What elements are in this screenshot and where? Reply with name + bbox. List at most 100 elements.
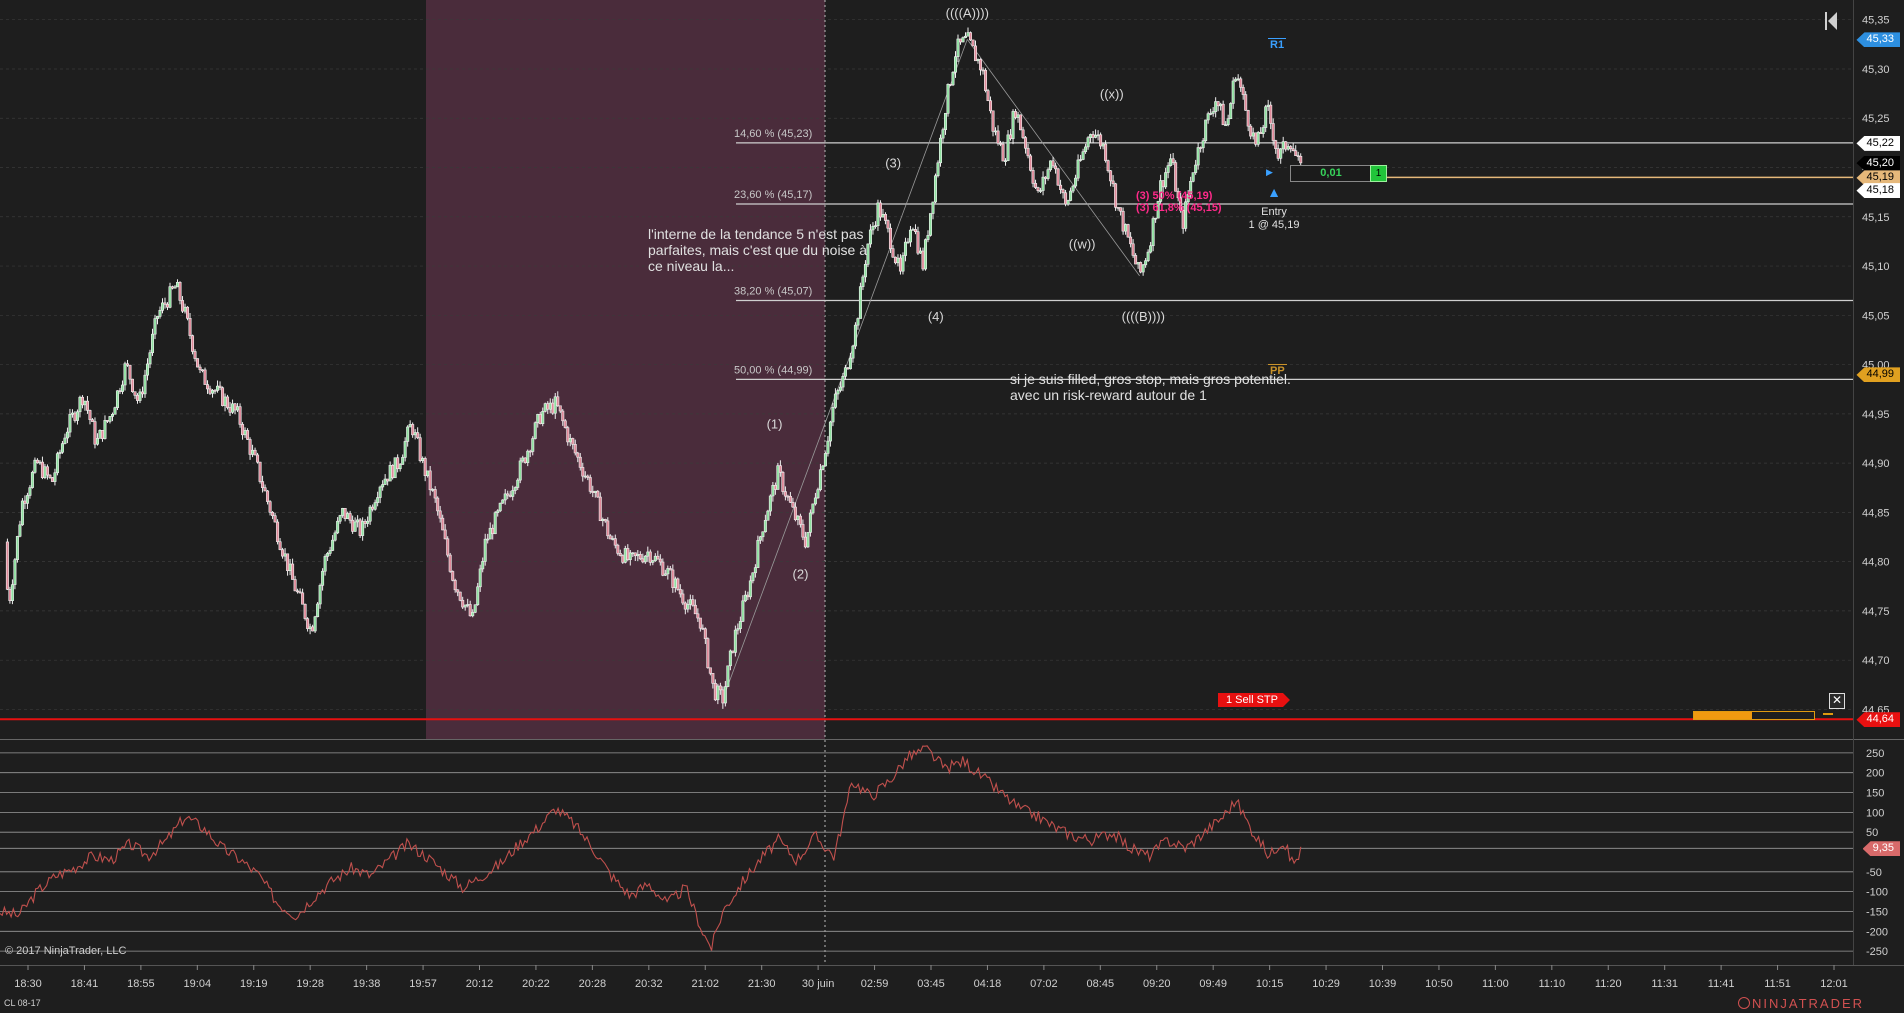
price-bar-body bbox=[1241, 87, 1245, 95]
price-bar-body bbox=[848, 357, 852, 370]
price-bar-body bbox=[528, 450, 532, 453]
price-bar-body bbox=[1281, 141, 1285, 150]
price-bar-body bbox=[1206, 113, 1210, 121]
price-bar-body bbox=[753, 567, 757, 574]
time-tick-label: 19:04 bbox=[184, 978, 212, 990]
fib-extension-line: (3) 50% (45,19) bbox=[1136, 190, 1213, 202]
price-bar-body bbox=[1109, 170, 1113, 182]
price-bar-body bbox=[286, 553, 290, 571]
price-bar-body bbox=[198, 366, 202, 371]
price-bar-body bbox=[698, 617, 702, 629]
price-bar-body bbox=[773, 485, 777, 490]
close-order-button[interactable]: ✕ bbox=[1829, 693, 1845, 709]
price-bar-body bbox=[366, 520, 370, 524]
price-bar-body bbox=[346, 513, 350, 519]
price-bar-body bbox=[186, 306, 190, 319]
price-bar-body bbox=[783, 491, 787, 497]
price-bar-body bbox=[966, 32, 970, 37]
price-bar-body bbox=[601, 519, 605, 522]
price-tick-label: 45,05 bbox=[1862, 310, 1890, 322]
price-bar-body bbox=[426, 470, 430, 477]
price-bar-body bbox=[221, 387, 225, 406]
price-bar-body bbox=[391, 465, 395, 479]
price-bar-body bbox=[456, 589, 460, 593]
progress-dash bbox=[1823, 713, 1833, 715]
price-bar-body bbox=[356, 519, 360, 523]
price-bar-body bbox=[964, 35, 968, 38]
price-bar-body bbox=[791, 502, 795, 508]
price-bar-body bbox=[1236, 78, 1240, 81]
price-bar-body bbox=[1051, 160, 1055, 167]
wave-label: ((((A)))) bbox=[946, 6, 989, 21]
note-line: l'interne de la tendance 5 n'est pas bbox=[648, 226, 864, 242]
price-bar-body bbox=[588, 477, 592, 492]
oscillator-tick-label: 200 bbox=[1866, 768, 1884, 780]
price-bar-body bbox=[436, 497, 440, 512]
time-axis[interactable]: 18:30 18:41 18:55 19:04 19:19 19:28 19:38 19:57… bbox=[14, 965, 1848, 990]
price-bar-body bbox=[646, 551, 650, 557]
price-bar-body bbox=[696, 613, 700, 619]
price-bar-body bbox=[1039, 190, 1043, 192]
entry-marker[interactable]: ▲ Entry 1 @ 45,19 bbox=[1246, 184, 1302, 232]
collapse-panel-icon[interactable] bbox=[1824, 10, 1838, 32]
price-bar-body bbox=[1201, 140, 1205, 149]
price-bar-body bbox=[803, 536, 807, 548]
price-bar-body bbox=[1296, 155, 1300, 157]
price-bar-body bbox=[678, 589, 682, 595]
price-bar-body bbox=[961, 37, 965, 43]
price-bar-body bbox=[30, 472, 34, 488]
price-bar-body bbox=[88, 410, 92, 420]
price-bar-body bbox=[256, 454, 260, 463]
price-bar-body bbox=[1284, 141, 1288, 150]
sell-stop-order-tag[interactable]: 1 Sell STP bbox=[1218, 693, 1290, 707]
price-axis[interactable]: 45,3545,3045,2545,2045,1545,1045,0545,00… bbox=[1862, 15, 1890, 717]
price-bar-body bbox=[1056, 168, 1060, 186]
price-bar-body bbox=[218, 385, 222, 389]
price-bar-body bbox=[921, 250, 925, 270]
price-bar-body bbox=[828, 421, 832, 442]
price-bar-body bbox=[831, 407, 835, 423]
price-bar-body bbox=[886, 220, 890, 229]
note-line: avec un risk-reward autour de 1 bbox=[1010, 387, 1207, 403]
price-bar-body bbox=[611, 538, 615, 540]
price-bar-body bbox=[1009, 134, 1013, 139]
price-bar-body bbox=[908, 229, 912, 243]
time-tick-label: 20:12 bbox=[466, 978, 494, 990]
price-bar-body bbox=[491, 527, 495, 535]
price-bar-body bbox=[1034, 183, 1038, 188]
price-bar-body bbox=[231, 403, 235, 413]
price-bar-body bbox=[8, 589, 12, 601]
chart-window[interactable]: 14,60 % (45,23) 23,60 % (45,17) 38,20 % (4… bbox=[0, 0, 1904, 1013]
price-bar-body bbox=[443, 529, 447, 540]
price-bar-body bbox=[1211, 111, 1215, 114]
price-bar-body bbox=[621, 555, 625, 563]
price-bar-body bbox=[1044, 176, 1048, 179]
up-arrow-icon: ▲ bbox=[1267, 184, 1281, 200]
time-tick-label: 10:15 bbox=[1256, 978, 1284, 990]
price-bar-body bbox=[203, 369, 207, 385]
price-bar-body bbox=[736, 628, 740, 631]
position-qty-box[interactable]: 1 bbox=[1370, 165, 1387, 182]
price-bar-body bbox=[738, 621, 742, 629]
price-bar-body bbox=[278, 541, 282, 550]
price-bar-body bbox=[648, 551, 652, 563]
price-bar-body bbox=[288, 563, 292, 571]
price-bar-body bbox=[1086, 137, 1090, 148]
fib-extension-label: (3) 50% (45,19) (3) 61,8% (45,15) bbox=[1136, 190, 1222, 214]
price-bar-body bbox=[673, 578, 677, 589]
price-bar-body bbox=[751, 572, 755, 582]
position-pnl-box[interactable]: 0,01 bbox=[1290, 165, 1372, 182]
price-bar-body bbox=[1259, 132, 1263, 134]
price-bar-body bbox=[838, 386, 842, 391]
chart-canvas[interactable]: 14,60 % (45,23) 23,60 % (45,17) 38,20 % (4… bbox=[0, 0, 1904, 1013]
price-bar-body bbox=[1021, 129, 1025, 138]
price-bar-body bbox=[73, 412, 77, 421]
price-bar-body bbox=[423, 458, 427, 477]
price-bar-body bbox=[85, 400, 89, 411]
price-bar-body bbox=[511, 490, 515, 497]
price-bar-body bbox=[1139, 262, 1143, 273]
price-bar-body bbox=[1036, 187, 1040, 191]
price-bar-body bbox=[196, 358, 200, 368]
price-tag: 45,19 bbox=[1856, 170, 1900, 186]
price-bar-body bbox=[806, 532, 810, 548]
